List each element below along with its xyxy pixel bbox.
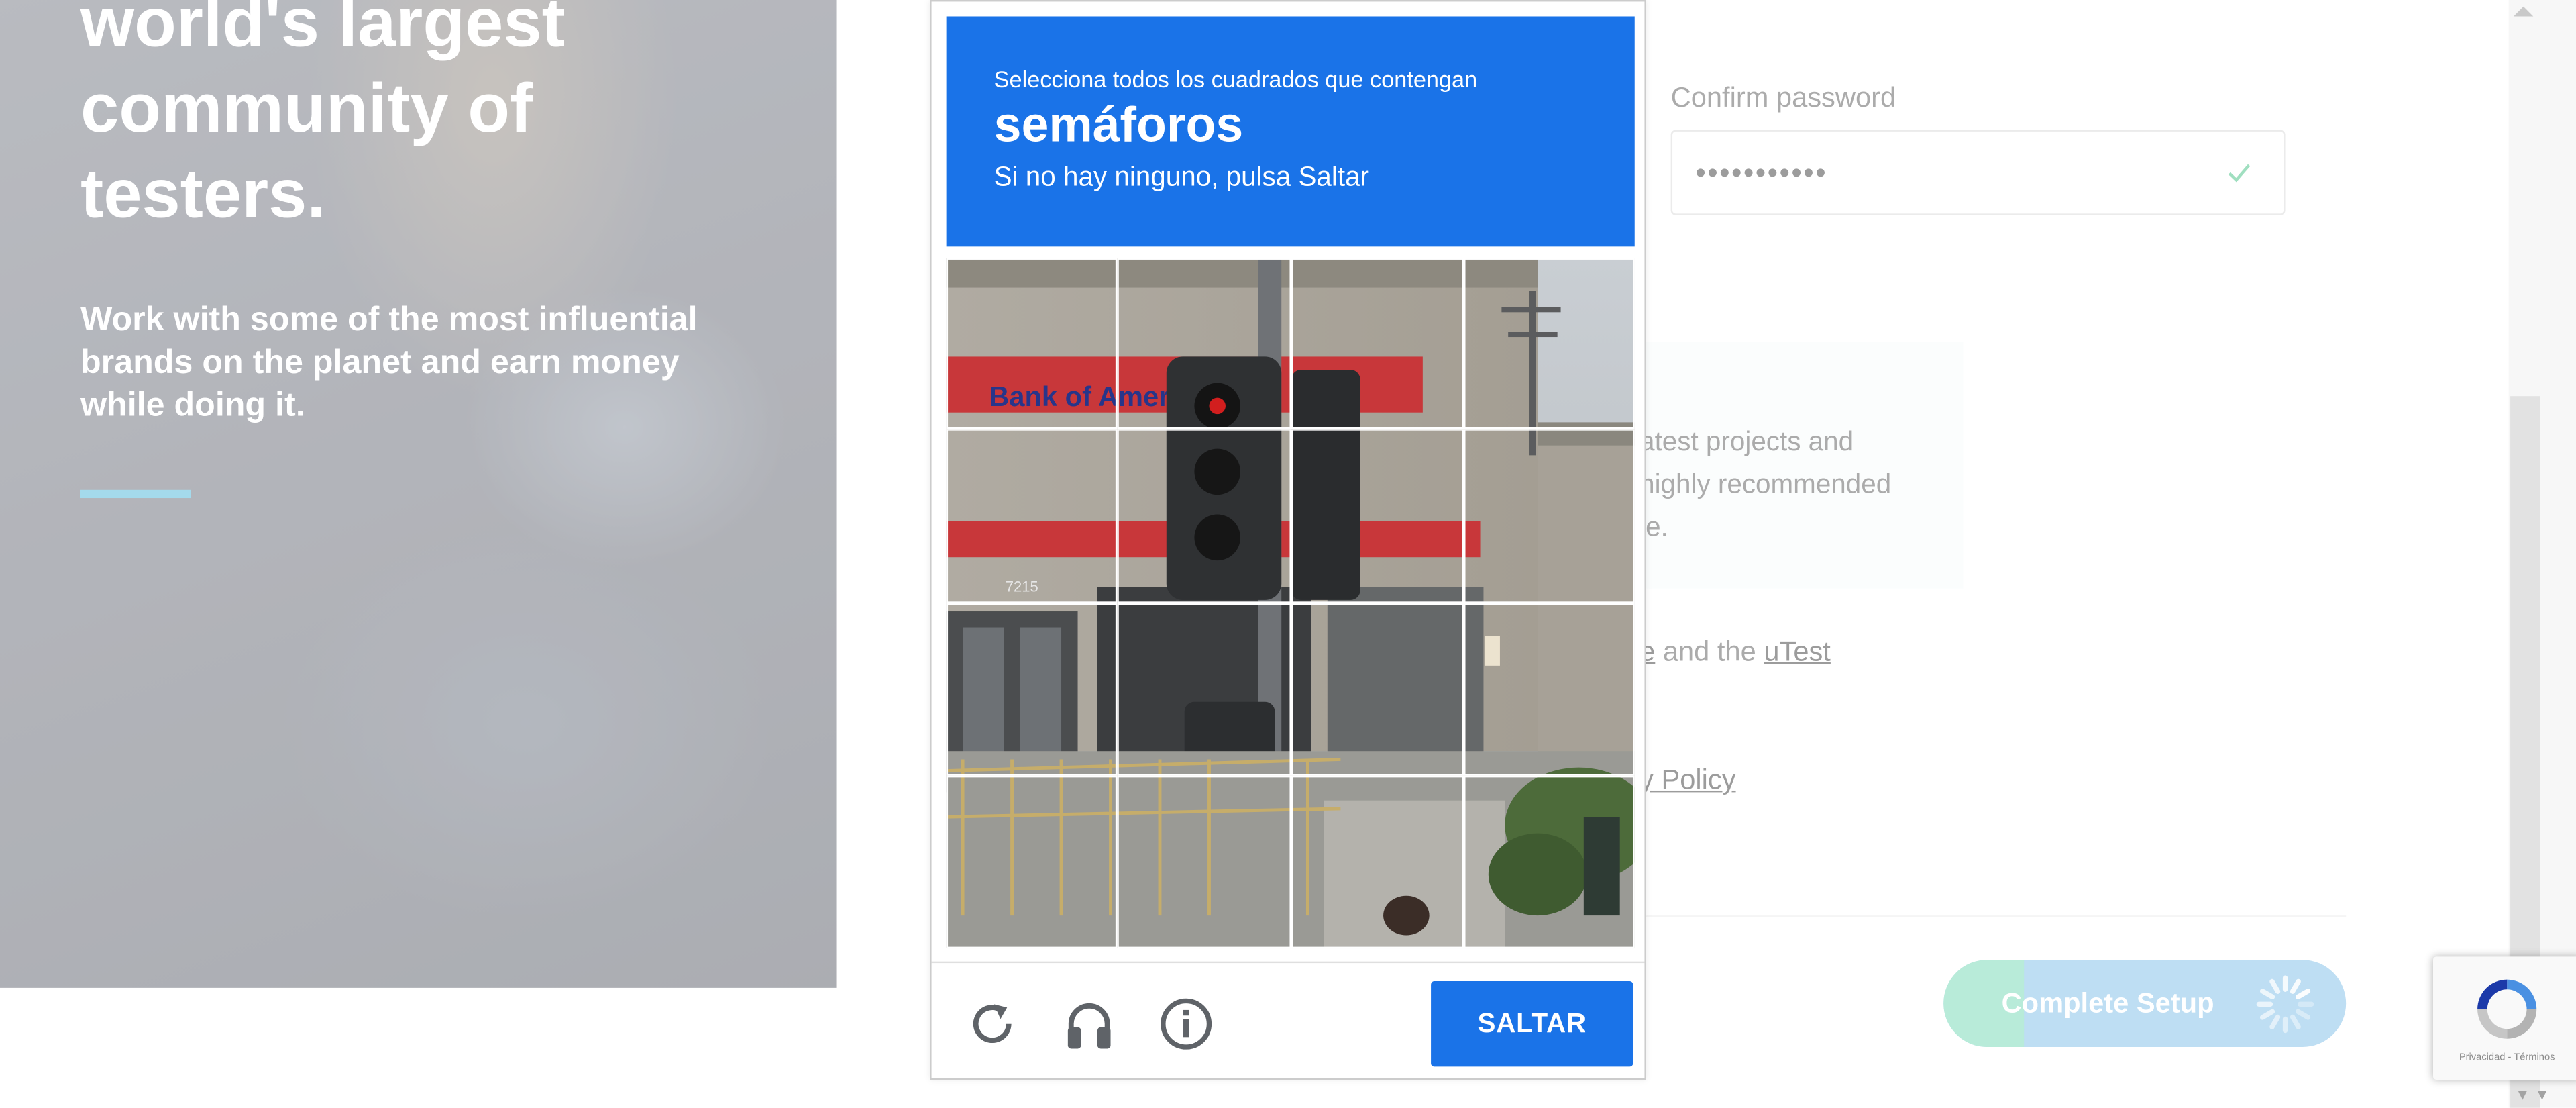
captcha-challenge: Selecciona todos los cuadrados que conte… [930, 0, 1646, 1080]
captcha-tile[interactable] [1291, 429, 1464, 603]
captcha-tile[interactable] [946, 775, 1118, 949]
captcha-keyword: semáforos [994, 98, 1244, 153]
captcha-tile[interactable] [1117, 775, 1291, 949]
captcha-tile[interactable] [1464, 603, 1635, 776]
recaptcha-logo-icon [2477, 979, 2537, 1039]
captcha-tile[interactable] [946, 603, 1118, 776]
recaptcha-fine-print[interactable]: Privacidad - Términos [2433, 1054, 2576, 1064]
captcha-tile[interactable] [1464, 775, 1635, 949]
captcha-tile[interactable] [1117, 603, 1291, 776]
captcha-tile[interactable] [946, 429, 1118, 603]
captcha-tile[interactable] [1117, 429, 1291, 603]
audio-headphones-icon[interactable] [1061, 996, 1117, 1052]
page: world's largest community of testers. Wo… [0, 0, 2576, 1108]
captcha-tile[interactable] [1117, 258, 1291, 430]
captcha-tile[interactable] [1291, 603, 1464, 776]
reload-icon[interactable] [965, 996, 1020, 1052]
captcha-tile[interactable] [1291, 775, 1464, 949]
captcha-footer-divider [931, 961, 1645, 964]
captcha-instruction: Selecciona todos los cuadrados que conte… [994, 65, 1478, 93]
captcha-tile[interactable] [1291, 258, 1464, 430]
scroll-down-arrows-icon[interactable]: ▼▼ [2515, 1087, 2554, 1103]
captcha-tile[interactable] [1464, 258, 1635, 430]
captcha-image-grid: Bank of Amer 7215 [946, 258, 1635, 949]
captcha-tile[interactable] [1464, 429, 1635, 603]
captcha-hint: Si no hay ninguno, pulsa Saltar [994, 162, 1370, 193]
recaptcha-badge[interactable]: Privacidad - Términos [2432, 956, 2576, 1080]
captcha-tile[interactable] [946, 258, 1118, 430]
skip-button[interactable]: SALTAR [1431, 981, 1633, 1067]
captcha-header: Selecciona todos los cuadrados que conte… [946, 16, 1635, 247]
info-icon[interactable] [1159, 996, 1214, 1052]
